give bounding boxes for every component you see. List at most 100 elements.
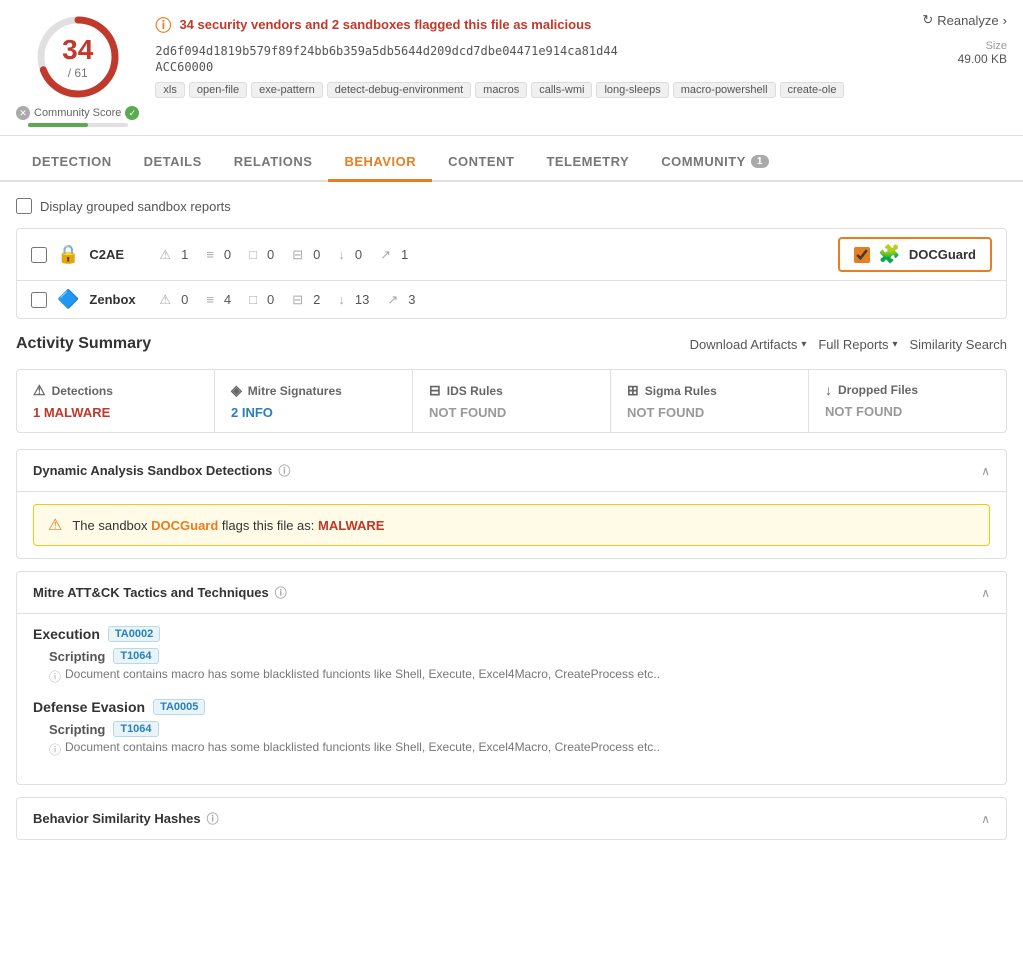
mitre-info-icon[interactable]: ⓘ [275, 584, 287, 601]
tag-macro-powershell: macro-powershell [673, 82, 776, 98]
warning-banner: ⓘ 34 security vendors and 2 sandboxes fl… [155, 12, 906, 36]
tag-long-sleeps: long-sleeps [596, 82, 668, 98]
tab-community[interactable]: COMMUNITY 1 [645, 144, 785, 182]
behavior-sim-info-icon[interactable]: ⓘ [207, 810, 219, 827]
c2ae-reg-icon: ⊟ [292, 247, 303, 263]
zenbox-sig-icon: ↗ [387, 292, 398, 308]
file-size-value: 49.00 KB [958, 52, 1007, 66]
tag-create-ole: create-ole [780, 82, 845, 98]
display-grouped-label: Display grouped sandbox reports [40, 199, 231, 214]
dropped-icon: ↓ [825, 382, 832, 398]
c2ae-reg: 0 [313, 247, 320, 262]
zenbox-sig: 3 [408, 292, 415, 307]
similarity-search-button[interactable]: Similarity Search [909, 337, 1007, 352]
behavior-similarity-section: Behavior Similarity Hashes ⓘ ∧ [16, 797, 1007, 840]
alert-text: The sandbox DOCGuard flags this file as:… [72, 518, 384, 533]
stat-mitre: ◈ Mitre Signatures 2 INFO [215, 370, 413, 432]
file-size-box: Size 49.00 KB [942, 36, 1007, 66]
file-hash: 2d6f094d1819b579f89f24bb6b359a5db5644d20… [155, 44, 906, 58]
ids-value: NOT FOUND [429, 405, 594, 420]
display-grouped-checkbox[interactable] [16, 198, 32, 214]
defense-cat-id: TA0005 [153, 699, 205, 715]
alert-box: ⚠ The sandbox DOCGuard flags this file a… [33, 504, 990, 546]
sandbox-zenbox-row: 🔷 Zenbox ⚠ 0 ≡ 4 □ 0 ⊟ 2 ↓ 13 ↗ 3 [17, 281, 1006, 318]
behavior-similarity-header[interactable]: Behavior Similarity Hashes ⓘ ∧ [17, 798, 1006, 839]
detections-value: 1 MALWARE [33, 405, 198, 420]
mitre-execution: Execution TA0002 Scripting T1064 ⓘ Docum… [33, 626, 990, 685]
tag-detect-debug: detect-debug-environment [327, 82, 471, 98]
reanalyze-chevron: › [1003, 13, 1007, 28]
mitre-body: Execution TA0002 Scripting T1064 ⓘ Docum… [17, 613, 1006, 784]
behavior-similarity-title: Behavior Similarity Hashes [33, 811, 201, 826]
tab-telemetry[interactable]: TELEMETRY [530, 144, 645, 182]
detections-icon: ⚠ [33, 382, 46, 399]
mitre-section-title: Mitre ATT&CK Tactics and Techniques [33, 585, 269, 600]
score-section: 34 / 61 ✕ Community Score ✓ [16, 12, 139, 127]
dynamic-analysis-info-icon[interactable]: ⓘ [278, 462, 290, 479]
tab-relations[interactable]: RELATIONS [218, 144, 329, 182]
c2ae-proc-icon: □ [249, 247, 257, 262]
def-desc-icon: ⓘ [49, 741, 61, 758]
c2ae-checkbox[interactable] [31, 247, 47, 263]
sigma-icon: ⊞ [627, 382, 639, 399]
download-artifacts-button[interactable]: Download Artifacts ▾ [690, 337, 807, 352]
dynamic-analysis-section: Dynamic Analysis Sandbox Detections ⓘ ∧ … [16, 449, 1007, 559]
stat-sigma: ⊞ Sigma Rules NOT FOUND [611, 370, 809, 432]
zenbox-checkbox[interactable] [31, 292, 47, 308]
dynamic-analysis-header[interactable]: Dynamic Analysis Sandbox Detections ⓘ ∧ [17, 450, 1006, 491]
zenbox-alerts-icon: ⚠ [159, 292, 171, 308]
right-panel: ↻ Reanalyze › Size 49.00 KB [922, 12, 1007, 66]
zenbox-proc: 0 [267, 292, 274, 307]
reanalyze-button[interactable]: ↻ Reanalyze › [922, 12, 1007, 28]
zenbox-reg: 2 [313, 292, 320, 307]
tab-details[interactable]: DETAILS [128, 144, 218, 182]
main-content: Display grouped sandbox reports 🔒 C2AE ⚠… [0, 182, 1023, 868]
community-score-close[interactable]: ✕ [16, 106, 30, 120]
zenbox-proc-icon: □ [249, 292, 257, 307]
defense-tech-desc: ⓘ Document contains macro has some black… [49, 740, 990, 758]
community-score-label: Community Score [34, 107, 121, 119]
c2ae-sig-icon: ↗ [380, 247, 391, 263]
similarity-search-label: Similarity Search [909, 337, 1007, 352]
stat-ids: ⊟ IDS Rules NOT FOUND [413, 370, 611, 432]
tab-content[interactable]: CONTENT [432, 144, 530, 182]
tab-detection[interactable]: DETECTION [16, 144, 128, 182]
zenbox-drop-icon: ↓ [338, 292, 345, 307]
defense-tech-id: T1064 [113, 721, 158, 737]
dropped-value: NOT FOUND [825, 404, 990, 419]
sigma-value: NOT FOUND [627, 405, 792, 420]
execution-technique: Scripting T1064 ⓘ Document contains macr… [49, 648, 990, 685]
execution-tech-desc: ⓘ Document contains macro has some black… [49, 667, 990, 685]
tag-macros: macros [475, 82, 527, 98]
progress-bar [28, 123, 128, 127]
tag-open-file: open-file [189, 82, 247, 98]
zenbox-network-icon: ≡ [206, 292, 214, 307]
mitre-section: Mitre ATT&CK Tactics and Techniques ⓘ ∧ … [16, 571, 1007, 785]
score-text: 34 / 61 [62, 34, 93, 80]
docguard-checkbox[interactable] [854, 247, 870, 263]
docguard-icon: 🧩 [878, 244, 900, 265]
full-reports-button[interactable]: Full Reports ▾ [818, 337, 897, 352]
defense-technique: Scripting T1064 ⓘ Document contains macr… [49, 721, 990, 758]
warning-text: 34 security vendors and 2 sandboxes flag… [179, 17, 591, 32]
tag-exe-pattern: exe-pattern [251, 82, 323, 98]
zenbox-icon: 🔷 [57, 289, 79, 310]
zenbox-network: 4 [224, 292, 231, 307]
c2ae-icon: 🔒 [57, 244, 79, 265]
dropped-title: Dropped Files [838, 383, 918, 397]
mitre-header[interactable]: Mitre ATT&CK Tactics and Techniques ⓘ ∧ [17, 572, 1006, 613]
c2ae-drop: 0 [355, 247, 362, 262]
mitre-title: Mitre Signatures [248, 384, 342, 398]
reanalyze-icon: ↻ [922, 12, 933, 28]
full-reports-label: Full Reports [818, 337, 888, 352]
ids-icon: ⊟ [429, 382, 441, 399]
alert-icon: ⚠ [48, 515, 62, 535]
community-score-check: ✓ [125, 106, 139, 120]
file-info: ⓘ 34 security vendors and 2 sandboxes fl… [155, 12, 906, 98]
docguard-selected-box[interactable]: 🧩 DOCGuard [838, 237, 992, 272]
tab-behavior[interactable]: BEHAVIOR [328, 144, 432, 182]
c2ae-drop-icon: ↓ [338, 247, 345, 262]
c2ae-alerts: 1 [181, 247, 188, 262]
warning-icon: ⓘ [155, 12, 171, 36]
zenbox-alerts: 0 [181, 292, 188, 307]
